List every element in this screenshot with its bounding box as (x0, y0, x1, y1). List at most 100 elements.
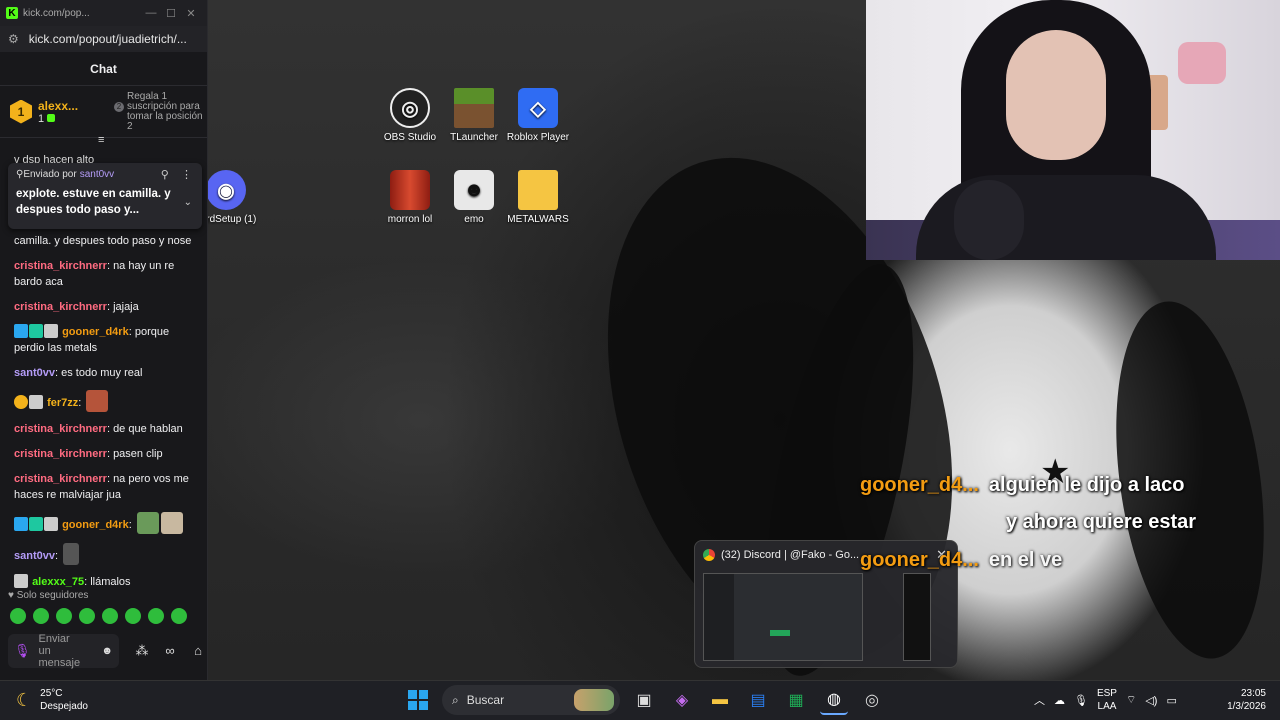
maximize-icon[interactable]: ☐ (161, 7, 181, 20)
clock-time: 23:05 (1240, 688, 1266, 699)
taskbar-center: ⌕ Buscar ▣ ◈ ▬ ▤ ▦ ◍ ◎ (404, 685, 886, 715)
input-placeholder: Enviar un mensaje (38, 633, 81, 669)
desktop-icon-morron-lol[interactable]: morron lol (374, 170, 446, 225)
chevron-down-icon[interactable]: ⌄ (184, 197, 192, 208)
chat-username[interactable]: sant0vv (14, 367, 55, 379)
message-text: camilla. y despues todo paso y nose (14, 235, 192, 247)
chat-message: cristina_kirchnerr: pasen clip (14, 448, 163, 460)
volume-icon[interactable]: ◁) (1145, 694, 1157, 707)
site-settings-icon[interactable]: ⚙ (8, 32, 19, 46)
overlay-chat-line: y ahora quiere estar (1006, 511, 1196, 534)
taskbar-search[interactable]: ⌕ Buscar (442, 685, 620, 715)
overlay-chat-line: gooner_d4... alguien le dijo a laco (860, 474, 1185, 497)
rank-badge: 1 (10, 99, 32, 124)
chrome-icon[interactable]: ◍ (820, 685, 848, 715)
battery-icon[interactable]: ▭ (1166, 694, 1176, 707)
microphone-icon[interactable]: 🎙 (14, 643, 31, 659)
quick-emote-row (10, 608, 187, 624)
start-button[interactable] (404, 685, 432, 715)
address-bar[interactable]: ⚙ kick.com/popout/juadietrich/... (0, 26, 207, 52)
chat-message: sant0vv: (14, 543, 196, 565)
clock[interactable]: 23:05 1/3/2026 (1227, 687, 1266, 713)
discord-thumbnail[interactable] (703, 573, 863, 661)
sparkle-icon[interactable]: ⁂ (132, 643, 152, 659)
chat-username[interactable]: sant0vv (14, 550, 55, 562)
chat-username[interactable]: fer7zz (47, 397, 78, 409)
followers-only-notice: ♥ Solo seguidores (8, 590, 88, 601)
desktop-icon-tlauncher[interactable]: TLauncher (438, 88, 510, 143)
desktop-icon-label: OBS Studio (383, 132, 437, 143)
desktop-icon-label: emo (464, 214, 484, 225)
desktop-icon-obs-studio[interactable]: ◎ OBS Studio (374, 88, 446, 143)
gift-icon (47, 113, 56, 122)
slot-number: 2 (114, 102, 124, 112)
emote-icon[interactable] (10, 608, 26, 624)
chat-username[interactable]: cristina_kirchnerr (14, 301, 107, 313)
obs-taskbar-icon[interactable]: ◎ (858, 685, 886, 715)
clock-date: 1/3/2026 (1227, 701, 1266, 712)
roblox-icon: ◇ (518, 88, 558, 128)
weather-widget[interactable]: ☾ 25°C Despejado (16, 687, 88, 713)
more-options-icon[interactable]: ⋮ (181, 169, 192, 181)
image-file-icon: ☻ (454, 170, 494, 210)
chat-message-input[interactable]: 🎙 Enviar un mensaje ☻ (8, 633, 119, 669)
leaderboard-slot-2[interactable]: 2 Regala 1 suscripción para tomar la pos… (114, 92, 207, 132)
chat-thumbnail[interactable] (903, 573, 931, 661)
desktop-icon-label: Roblox Player (506, 132, 570, 143)
pinned-message[interactable]: ⚲ Enviado por sant0vv ⚲ ⋮ explote. estuve… (8, 163, 202, 229)
emote-icon (136, 512, 159, 534)
chat-message: gooner_d4rk: (14, 512, 196, 534)
emoji-icon[interactable]: ☻ (101, 645, 113, 657)
badge-icon (14, 324, 28, 338)
onedrive-icon[interactable]: ☁ (1054, 694, 1065, 707)
desktop-screen: ★ ◉ cordSetup (1) ◎ OBS Studio TLauncher… (0, 0, 1280, 720)
overlay-text: alguien le dijo a laco (988, 474, 1185, 496)
chat-message: fer7zz: (14, 390, 196, 412)
chat-username[interactable]: alexxx_75 (32, 576, 84, 588)
chat-tools: ⁂ ∞ ⌂ (132, 643, 208, 659)
emote-icon[interactable] (171, 608, 187, 624)
desktop-icon-metalwars[interactable]: METALWARS (502, 170, 574, 225)
wifi-icon[interactable]: ⌔ (1126, 693, 1136, 707)
close-icon[interactable]: ✕ (181, 7, 201, 20)
pinned-user[interactable]: sant0vv (80, 169, 114, 180)
microphone-icon[interactable]: 🎙 (1074, 694, 1088, 707)
store-icon[interactable]: ⌂ (188, 643, 208, 659)
language-indicator[interactable]: ESP LAA (1097, 687, 1117, 713)
chat-username[interactable]: cristina_kirchnerr (14, 260, 107, 272)
wall-sticker (1178, 42, 1226, 84)
chat-username[interactable]: gooner_d4rk (62, 519, 129, 531)
search-highlight-art (574, 689, 614, 711)
minimize-icon[interactable]: — (141, 7, 161, 19)
emote-icon[interactable] (148, 608, 164, 624)
unpin-icon[interactable]: ⚲ (161, 169, 169, 181)
desktop-icon-roblox-player[interactable]: ◇ Roblox Player (502, 88, 574, 143)
leaderboard-user[interactable]: alexx... (38, 99, 78, 113)
emote-icon[interactable] (102, 608, 118, 624)
chevron-up-icon[interactable]: ︿ (1034, 692, 1045, 708)
window-title: kick.com/pop... (23, 7, 90, 19)
chat-username[interactable]: cristina_kirchnerr (14, 448, 107, 460)
copilot-icon[interactable]: ◈ (668, 685, 696, 715)
emote-icon[interactable] (79, 608, 95, 624)
emote-icon[interactable] (56, 608, 72, 624)
folder-icon (518, 170, 558, 210)
collapse-icon[interactable]: ≡ (98, 134, 104, 146)
message-text: llámalos (90, 576, 131, 588)
infinity-icon[interactable]: ∞ (160, 643, 180, 659)
chat-username[interactable]: cristina_kirchnerr (14, 423, 107, 435)
chat-username[interactable]: cristina_kirchnerr (14, 473, 107, 485)
emote-icon[interactable] (33, 608, 49, 624)
sheets-icon[interactable]: ▦ (782, 685, 810, 715)
image-file-icon (390, 170, 430, 210)
system-tray: ︿ ☁ 🎙 ESP LAA ⌔ ◁) ▭ (1034, 687, 1177, 713)
leaderboard-count: 1 (38, 113, 78, 125)
chat-username[interactable]: gooner_d4rk (62, 326, 129, 338)
badge-icon (14, 574, 28, 588)
file-explorer-icon[interactable]: ▬ (706, 685, 734, 715)
badge-icon (14, 395, 28, 409)
desktop-icon-emo[interactable]: ☻ emo (438, 170, 510, 225)
task-view-button[interactable]: ▣ (630, 685, 658, 715)
emote-icon[interactable] (125, 608, 141, 624)
docs-icon[interactable]: ▤ (744, 685, 772, 715)
